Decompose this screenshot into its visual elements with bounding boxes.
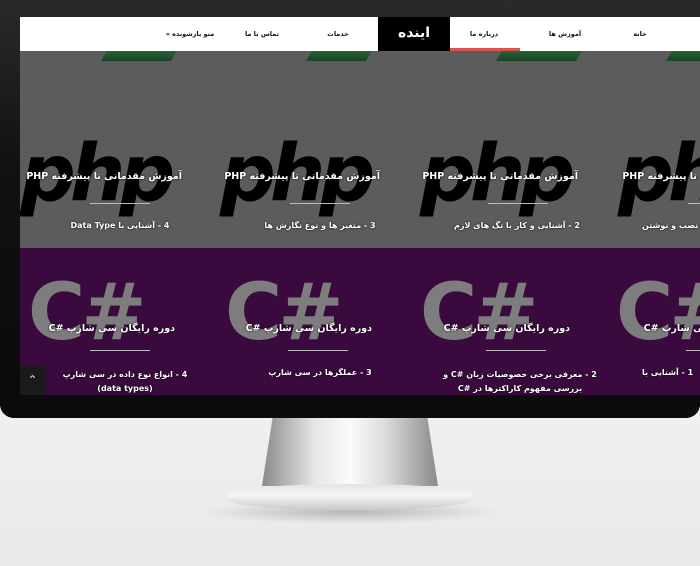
course-card-text[interactable]: 4 - انواع نوع داده در سی شارپ (data type… — [50, 368, 200, 395]
course-card-title[interactable]: دوره رایگان سی شارپ #C — [49, 323, 175, 334]
course-card-title[interactable]: دوره رایگان سی شارپ #C — [246, 323, 372, 334]
csharp-watermark: C# — [225, 268, 344, 358]
card-divider — [90, 203, 150, 204]
screen: خانه آموزش ها درباره ما اینده خدمات تماس… — [20, 17, 700, 395]
monitor-chin — [0, 395, 700, 418]
monitor-base — [228, 484, 472, 510]
card-divider — [686, 350, 700, 351]
nav-item-about[interactable]: درباره ما — [454, 17, 514, 51]
nav-item-dropdown-menu[interactable]: منو بازشونده » — [150, 17, 230, 51]
course-card-text[interactable]: 2 - معرفی برخی خصوصیات زبان #C و بررسی م… — [440, 368, 600, 395]
card-divider — [290, 203, 350, 204]
nav-item-home[interactable]: خانه — [610, 17, 670, 51]
course-card-text[interactable]: 3 - عملگرها در سی شارپ — [245, 368, 395, 377]
top-nav: خانه آموزش ها درباره ما اینده خدمات تماس… — [20, 17, 700, 51]
card-divider — [288, 350, 348, 351]
course-card-text[interactable]: 4 - آشنایی با Data Type — [45, 221, 195, 230]
decor-bar — [305, 51, 375, 61]
csharp-course-row: C# C# C# C# دوره رایگان سی شارپ #C 4 - ا… — [20, 248, 700, 395]
course-card-title[interactable]: دوره رایگان سی شارپ #C — [444, 323, 570, 334]
nav-item-tutorials[interactable]: آموزش ها — [535, 17, 595, 51]
decor-bar — [495, 51, 585, 61]
nav-item-services[interactable]: خدمات — [308, 17, 368, 51]
course-card-text[interactable]: 3 - متغیر ها و نوع نگارش ها — [245, 221, 395, 230]
decor-bar — [100, 51, 180, 61]
course-card-text[interactable]: 2 - آشنایی و کار با تگ های لازم — [442, 221, 592, 230]
card-divider — [488, 203, 548, 204]
csharp-watermark: C# — [420, 268, 539, 358]
csharp-watermark: C# — [28, 268, 147, 358]
course-card-title[interactable]: آموزش مقدماتی تا پیشرفته PHP — [622, 171, 700, 182]
scroll-to-top-button[interactable]: ⌃ — [20, 366, 45, 395]
csharp-watermark: C# — [616, 268, 700, 358]
course-card-title[interactable]: دوره رایگان سی شارپ #C — [644, 323, 700, 334]
nav-item-contact[interactable]: تماس با ما — [232, 17, 292, 51]
php-course-row: php php php php آموزش مقدماتی تا پیشرفته… — [20, 51, 700, 248]
course-card-text[interactable]: 1 - نصب و نوشتن — [642, 221, 700, 230]
chevron-up-icon: ⌃ — [27, 373, 38, 387]
monitor-stand — [262, 418, 438, 486]
card-divider — [688, 203, 700, 204]
card-divider — [486, 350, 546, 351]
course-card-text[interactable]: 1 - آشنایی با — [642, 368, 700, 377]
card-divider — [90, 350, 150, 351]
site-logo[interactable]: اینده — [378, 17, 450, 51]
course-card-title[interactable]: آموزش مقدماتی تا پیشرفته PHP — [422, 171, 578, 182]
decor-bar — [665, 51, 700, 61]
course-card-title[interactable]: آموزش مقدماتی تا پیشرفته PHP — [26, 171, 182, 182]
course-card-title[interactable]: آموزش مقدماتی تا پیشرفته PHP — [224, 171, 380, 182]
